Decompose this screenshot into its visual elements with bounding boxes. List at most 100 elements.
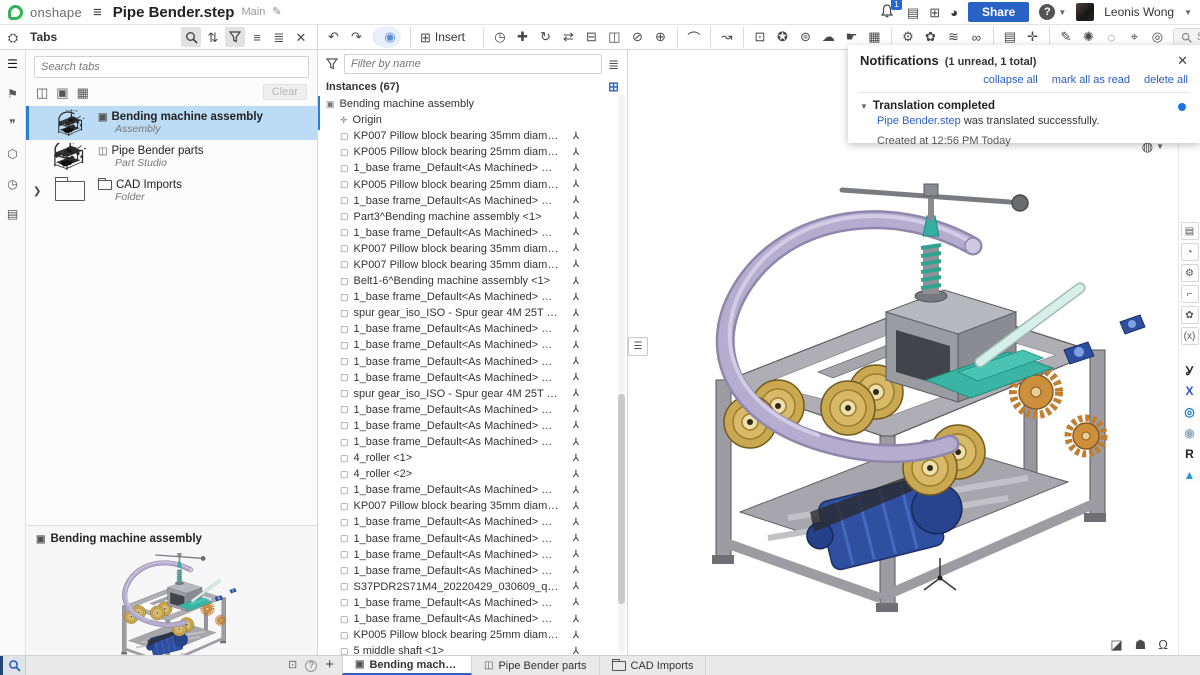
sort-icon[interactable]: ⇅: [203, 27, 223, 47]
tab-item-assembly[interactable]: ▣Bending machine assembly Assembly: [26, 106, 317, 140]
fixed-icon[interactable]: ⅄: [573, 485, 579, 496]
fixed-icon[interactable]: ⅄: [573, 292, 579, 303]
fixed-icon[interactable]: ⅄: [573, 549, 579, 560]
update-references-icon[interactable]: ◉: [373, 26, 401, 48]
revolute-mate-icon[interactable]: ↻: [534, 26, 557, 48]
history-icon[interactable]: ◷: [3, 174, 23, 194]
filter-icon[interactable]: [225, 27, 245, 47]
cylindrical-mate-icon[interactable]: ◫: [603, 26, 626, 48]
collapse-all-link[interactable]: collapse all: [983, 74, 1037, 86]
close-notifications-icon[interactable]: ✕: [1177, 53, 1188, 69]
share-button[interactable]: Share: [968, 2, 1029, 22]
whats-new-icon[interactable]: ▤: [907, 6, 919, 19]
avatar[interactable]: [1076, 3, 1094, 21]
pin-slot-mate-icon[interactable]: ⊘: [626, 26, 649, 48]
scale-icon[interactable]: Ω: [1158, 638, 1168, 651]
slider-mate-icon[interactable]: ⇄: [557, 26, 580, 48]
expand-chevron-icon[interactable]: ❯: [33, 186, 41, 197]
instance-row[interactable]: ▢ Part3^Bending machine assembly <1> ⅄: [324, 209, 627, 225]
user-name[interactable]: Leonis Wong: [1104, 5, 1174, 19]
comments-icon[interactable]: ❞: [3, 114, 23, 134]
section-view-icon[interactable]: ◪: [1110, 638, 1122, 651]
instances-filter-icon[interactable]: [326, 58, 338, 70]
document-link[interactable]: Pipe Bender.step: [877, 115, 961, 127]
instance-row[interactable]: ▢ 1_base frame_Default<As Machined> <9> …: [324, 402, 627, 418]
instance-row[interactable]: ▢ 1_base frame_Default<As Machined> <8> …: [324, 370, 627, 386]
instance-row[interactable]: ▢ 1_base frame_Default<As Machined> <1> …: [324, 160, 627, 176]
instance-row[interactable]: ▢ 1_base frame_Default<As Machined> <7> …: [324, 354, 627, 370]
fixed-icon[interactable]: ⅄: [573, 614, 579, 625]
tab-manager-header-icon[interactable]: ⛭: [0, 31, 26, 44]
app-store-icon[interactable]: ⊞: [929, 6, 940, 19]
fixed-icon[interactable]: ⅄: [573, 453, 579, 464]
clear-filters-button[interactable]: Clear: [263, 84, 307, 100]
app-shield-icon[interactable]: Ỿ: [1181, 361, 1199, 379]
fixed-icon[interactable]: ⅄: [573, 179, 579, 190]
tab-manager-icon[interactable]: ☰: [3, 54, 23, 74]
fixed-icon[interactable]: ⅄: [573, 404, 579, 415]
fixed-icon[interactable]: ⅄: [573, 630, 579, 641]
create-tab-button[interactable]: +: [317, 656, 342, 675]
bom-panel-icon[interactable]: ◔: [1181, 243, 1199, 261]
tab-item-part-studio[interactable]: ◫Pipe Bender parts Part Studio: [26, 140, 317, 174]
instance-row[interactable]: ▢ 1_base frame_Default<As Machined> <13>…: [324, 514, 627, 530]
help-menu[interactable]: ? ▼: [1039, 4, 1066, 20]
instance-row[interactable]: ▢ 1_base frame_Default<As Machined> <18>…: [324, 611, 627, 627]
instance-row[interactable]: ▢ S37PDR2S71M4_20220429_030609_q7lXLnTBc…: [324, 579, 627, 595]
bottom-tab-part-studio[interactable]: ◫ Pipe Bender parts: [472, 656, 600, 675]
undo-icon[interactable]: ↶: [322, 26, 345, 48]
camera-perspective-icon[interactable]: ☗: [1135, 638, 1147, 651]
fixed-icon[interactable]: ⅄: [573, 131, 579, 142]
filter-by-name-input[interactable]: [344, 54, 602, 74]
app-r-icon[interactable]: R: [1181, 445, 1199, 463]
app-eye-icon[interactable]: ◉: [1181, 424, 1199, 442]
instance-row[interactable]: ▢ spur gear_iso_ISO - Spur gear 4M 25T 2…: [324, 305, 627, 321]
sheet-metal-panel-icon[interactable]: ⌐: [1181, 285, 1199, 303]
fixed-icon[interactable]: ⅄: [573, 211, 579, 222]
list-view-icon[interactable]: ≡: [247, 27, 267, 47]
report-panel-icon[interactable]: ▤: [1181, 222, 1199, 240]
instance-row[interactable]: ▢ 1_base frame_Default<As Machined> <3> …: [324, 225, 627, 241]
instance-row[interactable]: ▢ 4_roller <2> ⅄: [324, 466, 627, 482]
appearance-panel-icon[interactable]: ✿: [1181, 306, 1199, 324]
instance-row[interactable]: ▢ KP005 Pillow block bearing 25mm diamet…: [324, 627, 627, 643]
instance-row[interactable]: ▢ spur gear_iso_ISO - Spur gear 4M 25T 2…: [324, 386, 627, 402]
user-chevron-down-icon[interactable]: ▼: [1184, 8, 1192, 17]
fixed-icon[interactable]: ⅄: [573, 517, 579, 528]
fixed-icon[interactable]: ⅄: [573, 227, 579, 238]
structure-view-icon[interactable]: ≣: [608, 58, 619, 71]
fastened-mate-icon[interactable]: ✚: [511, 26, 534, 48]
origin-row[interactable]: ✛ Origin: [324, 112, 627, 128]
fixed-icon[interactable]: ⅄: [573, 646, 579, 655]
instance-row[interactable]: ▢ 1_base frame_Default<As Machined> <15>…: [324, 547, 627, 563]
relation-icon[interactable]: ↝: [710, 26, 738, 48]
mark-all-read-link[interactable]: mark all as read: [1052, 74, 1130, 86]
instance-row[interactable]: ▢ 1_base frame_Default<As Machined> <11>…: [324, 434, 627, 450]
search-tools-box[interactable]: Search tools... alt/⌥ c: [1173, 28, 1200, 47]
learning-center-icon[interactable]: ◕: [950, 6, 958, 19]
insert-new-icon[interactable]: ⊞: [608, 80, 619, 93]
fixed-icon[interactable]: ⅄: [573, 259, 579, 270]
fixed-icon[interactable]: ⅄: [573, 388, 579, 399]
assembly-filter-icon[interactable]: ▣: [56, 86, 68, 99]
instance-row[interactable]: ▢ Belt1-6^Bending machine assembly <1> ⅄: [324, 273, 627, 289]
tangent-mate-icon[interactable]: ⌒: [677, 26, 705, 48]
app-triangle-icon[interactable]: ▲: [1181, 466, 1199, 484]
follow-mode-icon[interactable]: ⚑: [3, 84, 23, 104]
instance-row[interactable]: ▢ 1_base frame_Default<As Machined> <12>…: [324, 482, 627, 498]
fixed-icon[interactable]: ⅄: [573, 437, 579, 448]
document-menu-icon[interactable]: ≡: [93, 5, 102, 20]
fixed-icon[interactable]: ⅄: [573, 324, 579, 335]
fixed-icon[interactable]: ⅄: [573, 340, 579, 351]
rename-icon[interactable]: ✎: [272, 7, 281, 18]
redo-icon[interactable]: ↷: [345, 26, 368, 48]
variables-panel-icon[interactable]: (x): [1181, 327, 1199, 345]
instance-row[interactable]: ▢ 1_base frame_Default<As Machined> <16>…: [324, 563, 627, 579]
fixed-icon[interactable]: ⅄: [573, 195, 579, 206]
part-studio-filter-icon[interactable]: ◫: [36, 86, 48, 99]
app-x-icon[interactable]: X: [1181, 382, 1199, 400]
planar-mate-icon[interactable]: ⊟: [580, 26, 603, 48]
fixed-icon[interactable]: ⅄: [573, 501, 579, 512]
mate-connector-icon[interactable]: ◷: [483, 26, 511, 48]
database-icon[interactable]: ⊜: [794, 26, 817, 48]
